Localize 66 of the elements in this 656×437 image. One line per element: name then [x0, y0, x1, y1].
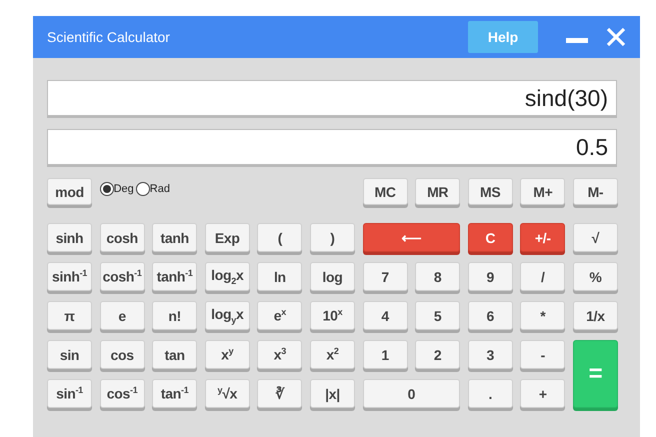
calculator-key[interactable]: +/- [520, 223, 566, 252]
calculator-key[interactable]: Exp [204, 223, 250, 252]
calculator-key[interactable]: ⟵ [362, 223, 460, 252]
calculator-key[interactable]: tanh$^{-1}$ [152, 262, 198, 291]
minimize-icon[interactable] [566, 38, 588, 44]
calculator-key[interactable]: sinh [47, 223, 92, 252]
calculator-key[interactable]: + [520, 379, 566, 408]
calculator-key[interactable]: tan [152, 340, 198, 369]
radio-label: Rad [150, 183, 170, 195]
memory-button[interactable]: MC [362, 178, 408, 205]
calculator-key[interactable]: cos [100, 340, 145, 369]
calculator-key[interactable]: 10$^{x}$ [310, 301, 355, 330]
calculator-key[interactable]: ( [257, 223, 302, 252]
calculator-key[interactable]: 8 [415, 262, 460, 291]
calculator-key[interactable]: cos$^{-1}$ [100, 379, 145, 408]
calculator-key[interactable]: x$^{3}$ [257, 340, 302, 369]
calculator-key[interactable]: ∛ [257, 379, 302, 408]
calculator-key[interactable]: sin$^{-1}$ [47, 379, 92, 408]
calculator-key[interactable]: tanh [152, 223, 198, 252]
calculator-key[interactable]: log [310, 262, 355, 291]
memory-button[interactable]: MR [415, 178, 460, 205]
calculator-key[interactable]: 1/x [572, 301, 618, 330]
calculator-key[interactable]: √ [572, 223, 618, 252]
calculator-key[interactable]: 9 [468, 262, 513, 291]
calculator-key[interactable]: C [468, 223, 513, 252]
radio-button[interactable] [100, 182, 114, 196]
calculator-key[interactable]: log$_{y}$x [204, 301, 250, 330]
calculator-key[interactable]: cosh$^{-1}$ [100, 262, 145, 291]
calculator-key[interactable]: 6 [468, 301, 513, 330]
calculator-key[interactable]: e [100, 301, 145, 330]
calculator-key[interactable]: * [520, 301, 566, 330]
calculator-key[interactable]: $^{y}$√x [204, 379, 250, 408]
radio-button[interactable] [136, 182, 150, 196]
calculator-key[interactable]: . [468, 379, 513, 408]
mod-button[interactable]: mod [47, 178, 92, 205]
calculator-key[interactable]: tan$^{-1}$ [152, 379, 198, 408]
window-title: Scientific Calculator [47, 29, 171, 45]
calculator-key[interactable]: 2 [415, 340, 460, 369]
calculator-key[interactable]: sinh$^{-1}$ [47, 262, 92, 291]
calculator-key[interactable]: / [520, 262, 566, 291]
memory-button[interactable]: MS [468, 178, 513, 205]
calculator-key[interactable]: 0 [362, 379, 460, 408]
calculator-key[interactable]: 3 [468, 340, 513, 369]
calculator-key[interactable]: ) [310, 223, 355, 252]
calculator-key[interactable]: cosh [100, 223, 145, 252]
calculator-key[interactable]: |x| [310, 379, 355, 408]
calculator-key[interactable]: sin [47, 340, 92, 369]
calculator-key[interactable]: 5 [415, 301, 460, 330]
calculator-key[interactable]: n! [152, 301, 198, 330]
calculator-key[interactable]: 1 [362, 340, 408, 369]
calculator-key[interactable]: - [520, 340, 566, 369]
calculator-key[interactable]: x$^{2}$ [310, 340, 355, 369]
display-field: sind(30) [47, 80, 617, 116]
radio-label: Deg [114, 183, 134, 195]
display-field: 0.5 [47, 129, 617, 165]
memory-button[interactable]: M+ [520, 178, 566, 205]
calculator-key[interactable]: 4 [362, 301, 408, 330]
calculator-key[interactable]: x$^{y}$ [204, 340, 250, 369]
calculator-key[interactable]: e$^{x}$ [257, 301, 302, 330]
calculator-key[interactable]: π [47, 301, 92, 330]
close-icon[interactable] [606, 27, 626, 47]
calculator-key[interactable]: log$_{2}$x [204, 262, 250, 291]
calculator-key[interactable]: % [572, 262, 618, 291]
memory-button[interactable]: M- [572, 178, 618, 205]
calculator-key[interactable]: ln [257, 262, 302, 291]
calculator-key[interactable]: 7 [362, 262, 408, 291]
